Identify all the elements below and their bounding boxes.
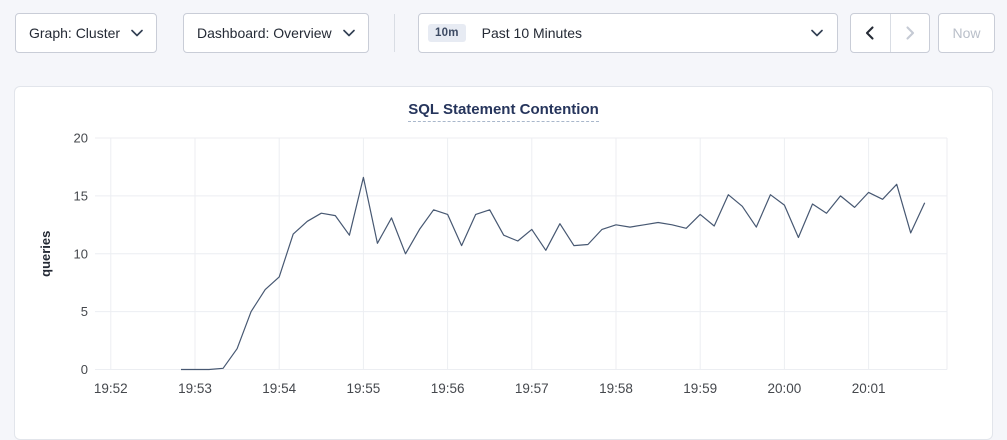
svg-text:19:52: 19:52 bbox=[94, 381, 128, 396]
svg-text:19:53: 19:53 bbox=[178, 381, 212, 396]
sql-contention-line-chart[interactable]: 0 5 10 15 20 19:52 19:53 19:54 19:55 19:56 19:57 19… bbox=[0, 0, 1007, 432]
svg-text:15: 15 bbox=[74, 188, 88, 203]
svg-text:20: 20 bbox=[74, 131, 88, 146]
dashboard-page: Graph: Cluster Dashboard: Overview 10m P… bbox=[0, 0, 1007, 432]
svg-text:19:57: 19:57 bbox=[515, 381, 549, 396]
svg-text:queries: queries bbox=[38, 231, 53, 277]
svg-text:10: 10 bbox=[74, 246, 88, 261]
svg-text:0: 0 bbox=[81, 362, 88, 377]
svg-text:19:54: 19:54 bbox=[262, 381, 296, 396]
svg-text:19:59: 19:59 bbox=[683, 381, 717, 396]
svg-text:19:56: 19:56 bbox=[431, 381, 465, 396]
svg-text:19:55: 19:55 bbox=[347, 381, 381, 396]
svg-text:5: 5 bbox=[81, 304, 88, 319]
svg-text:20:01: 20:01 bbox=[852, 381, 886, 396]
svg-text:19:58: 19:58 bbox=[599, 381, 633, 396]
svg-text:20:00: 20:00 bbox=[768, 381, 802, 396]
